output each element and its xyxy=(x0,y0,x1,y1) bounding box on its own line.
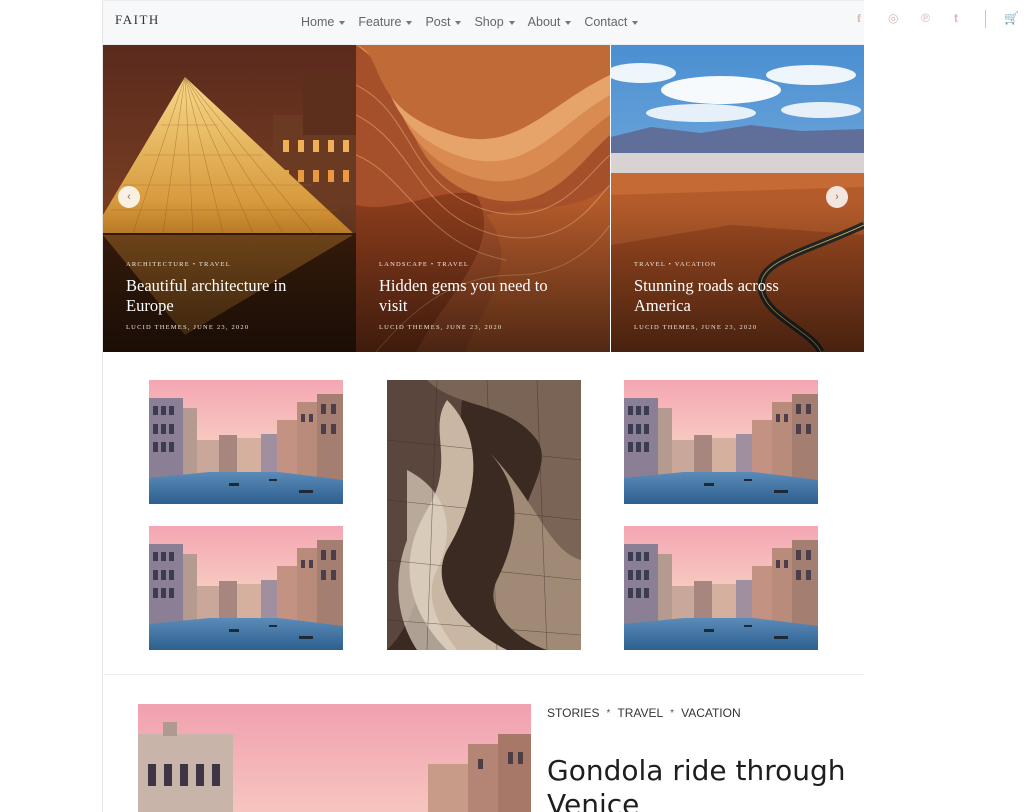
slide-category[interactable]: Landscape • Travel xyxy=(379,261,469,268)
slide-architecture[interactable]: Architecture • Travel Beautiful architec… xyxy=(103,45,356,352)
slide-meta: Lucid Themes, June 23, 2020 xyxy=(126,324,250,331)
site-logo[interactable]: FAITH xyxy=(115,12,160,28)
slide-landscape[interactable]: Landscape • Travel Hidden gems you need … xyxy=(356,45,610,352)
category-separator: * xyxy=(606,707,611,719)
post-title[interactable]: Gondola ride through Venice xyxy=(547,754,847,812)
slide-category[interactable]: Architecture • Travel xyxy=(126,261,231,268)
slider-prev-button[interactable]: ‹ xyxy=(118,186,140,208)
nav-item-shop[interactable]: Shop xyxy=(474,15,515,29)
gallery-image-venice[interactable] xyxy=(624,380,818,504)
chevron-down-icon xyxy=(508,20,515,25)
post-category-link[interactable]: STORIES xyxy=(547,706,599,720)
slide-category[interactable]: Travel • Vacation xyxy=(634,261,717,268)
slide-title[interactable]: Hidden gems you need to visit xyxy=(379,276,579,316)
post-category-link[interactable]: VACATION xyxy=(681,706,741,720)
slide-title[interactable]: Stunning roads across America xyxy=(634,276,834,316)
gallery-image-metal-architecture[interactable] xyxy=(387,380,581,650)
slide-meta: Lucid Themes, June 23, 2020 xyxy=(634,324,758,331)
main-nav: Home Feature Post Shop About Contact xyxy=(301,15,639,29)
slide-title[interactable]: Beautiful architecture in Europe xyxy=(126,276,326,316)
pinterest-icon[interactable]: ℗ xyxy=(921,11,930,25)
chevron-down-icon xyxy=(632,20,639,25)
nav-item-label: Shop xyxy=(474,15,504,29)
chevron-down-icon xyxy=(406,20,413,25)
page-container: FAITH Home Feature Post Shop About Conta… xyxy=(102,0,864,812)
twitter-icon[interactable]: t xyxy=(954,11,958,25)
instagram-icon[interactable]: ◎ xyxy=(888,11,898,25)
nav-item-label: Home xyxy=(301,15,335,29)
nav-item-contact[interactable]: Contact xyxy=(584,15,639,29)
slide-travel[interactable]: Travel • Vacation Stunning roads across … xyxy=(611,45,864,352)
slider-next-button[interactable]: › xyxy=(826,186,848,208)
gallery-image-venice[interactable] xyxy=(624,526,818,650)
chevron-down-icon xyxy=(565,20,572,25)
facebook-icon[interactable]: f xyxy=(857,11,861,26)
gallery-image-venice[interactable] xyxy=(149,526,343,650)
chevron-left-icon: ‹ xyxy=(127,190,131,203)
divider xyxy=(985,10,986,28)
slide-meta: Lucid Themes, June 23, 2020 xyxy=(379,324,503,331)
cart-icon[interactable]: 🛒 xyxy=(1004,11,1019,25)
chevron-down-icon xyxy=(339,20,346,25)
nav-item-feature[interactable]: Feature xyxy=(358,15,413,29)
chevron-right-icon: › xyxy=(835,190,839,203)
site-header: FAITH Home Feature Post Shop About Conta… xyxy=(103,1,864,45)
nav-item-about[interactable]: About xyxy=(528,15,572,29)
chevron-down-icon xyxy=(455,20,462,25)
post-categories: STORIES * TRAVEL * VACATION xyxy=(547,706,741,720)
social-links: f ◎ ℗ t 🛒 xyxy=(852,10,1027,29)
category-separator: * xyxy=(670,707,675,719)
nav-item-post[interactable]: Post xyxy=(425,15,462,29)
nav-item-label: Contact xyxy=(584,15,628,29)
nav-item-home[interactable]: Home xyxy=(301,15,346,29)
featured-slider: Architecture • Travel Beautiful architec… xyxy=(103,45,864,352)
nav-item-label: About xyxy=(527,15,561,29)
post-category-link[interactable]: TRAVEL xyxy=(617,706,663,720)
image-gallery xyxy=(103,352,864,675)
nav-item-label: Feature xyxy=(358,15,402,29)
post-featured-image[interactable] xyxy=(138,704,531,812)
gallery-image-venice[interactable] xyxy=(149,380,343,504)
nav-item-label: Post xyxy=(425,15,451,29)
